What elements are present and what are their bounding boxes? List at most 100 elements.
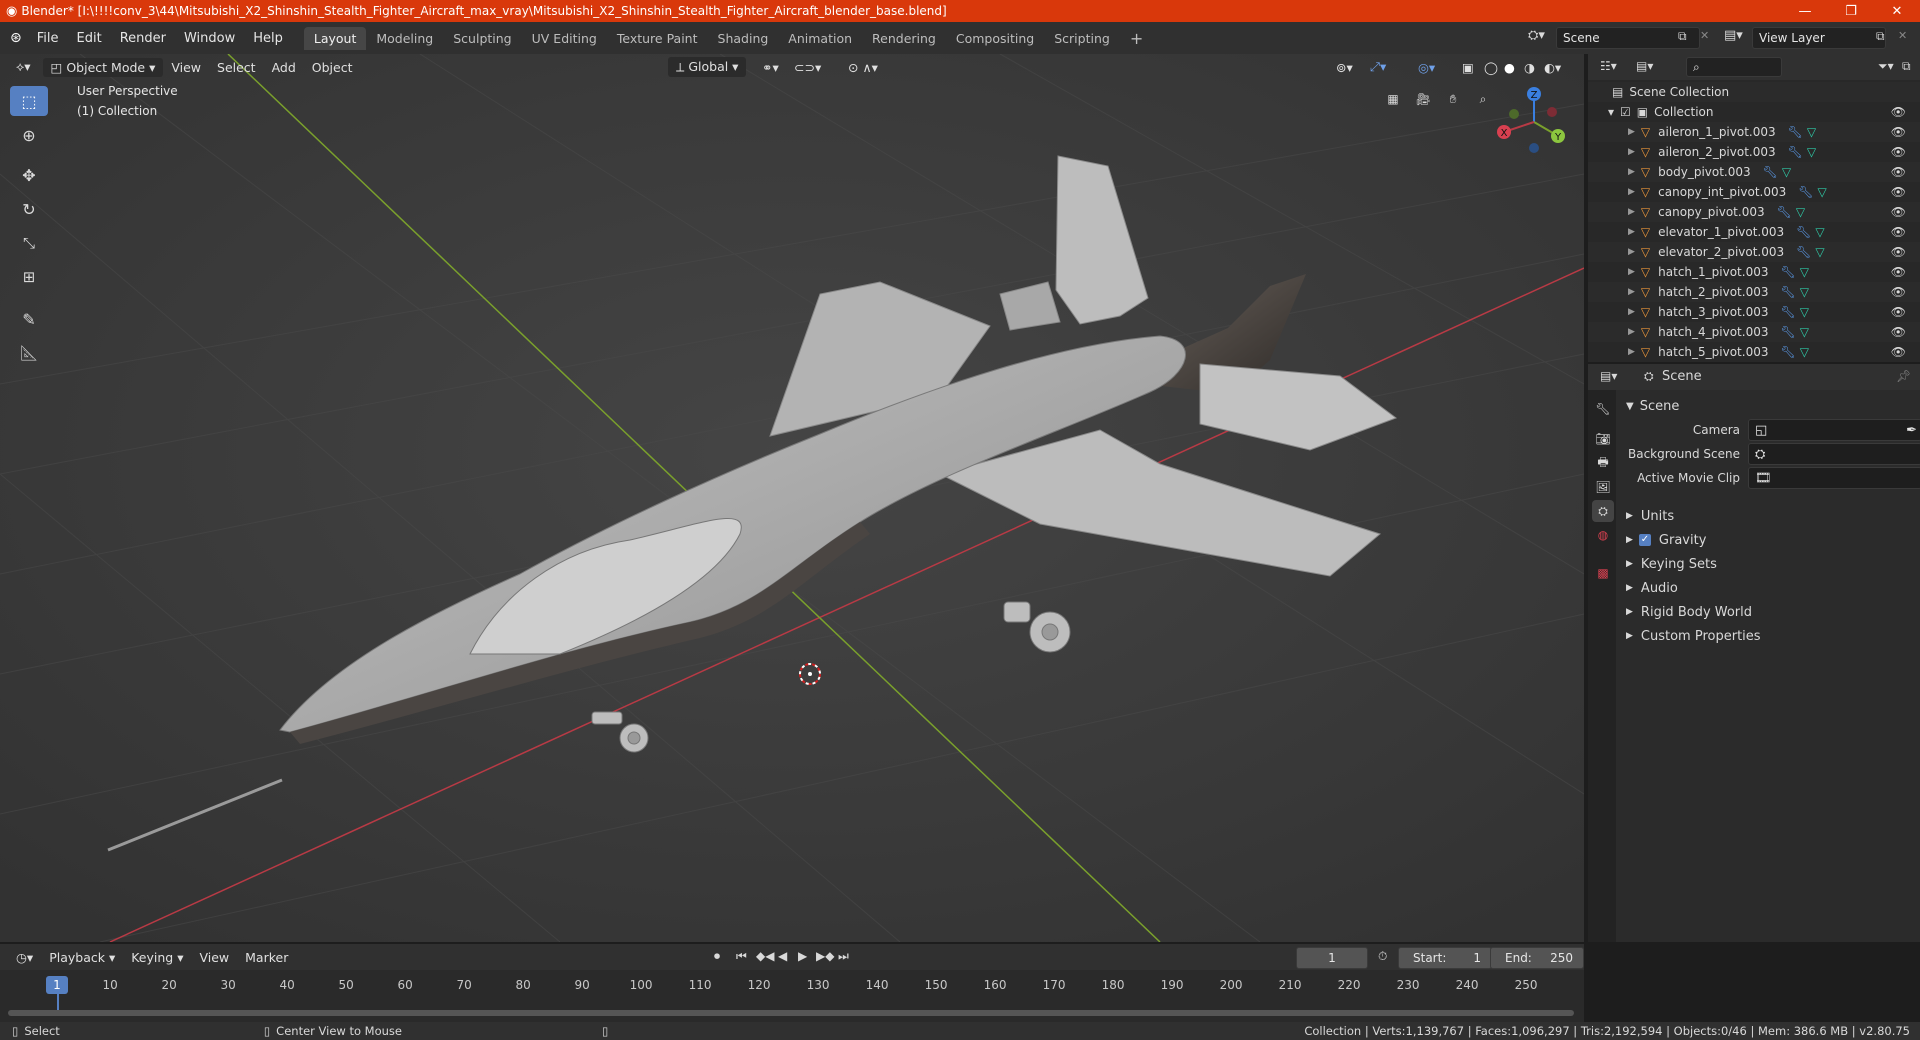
next-keyframe-button[interactable]: ▶◆ bbox=[816, 949, 834, 963]
mesh-data-icon[interactable]: ▽ bbox=[1817, 185, 1826, 199]
expand-collapse-icon[interactable]: ▾ bbox=[1608, 105, 1614, 119]
tool-cursor[interactable]: ⊕ bbox=[10, 120, 48, 150]
tab-scripting[interactable]: Scripting bbox=[1044, 27, 1120, 50]
modifier-wrench-icon[interactable]: 🔧︎ bbox=[1780, 285, 1795, 299]
outliner-row-object[interactable]: ▶ ▽ aileron_2_pivot.003 🔧︎ ▽ 👁︎ bbox=[1588, 142, 1920, 162]
mesh-data-icon[interactable]: ▽ bbox=[1815, 225, 1824, 239]
outliner-row-scene-collection[interactable]: ▤ Scene Collection bbox=[1588, 82, 1920, 102]
timeline-scrollbar[interactable] bbox=[8, 1010, 1574, 1016]
tab-world[interactable]: ◍ bbox=[1592, 524, 1614, 546]
modifier-wrench-icon[interactable]: 🔧︎ bbox=[1780, 265, 1795, 279]
mesh-data-icon[interactable]: ▽ bbox=[1800, 325, 1809, 339]
expand-arrow-icon[interactable]: ▶ bbox=[1628, 327, 1635, 337]
visibility-eye-icon[interactable]: 👁︎ bbox=[1891, 165, 1906, 179]
expand-arrow-icon[interactable]: ▶ bbox=[1628, 127, 1635, 137]
mesh-data-icon[interactable]: ▽ bbox=[1796, 205, 1805, 219]
gizmo-toggle-icon[interactable]: ⤢▾ bbox=[1362, 57, 1394, 77]
visibility-icon[interactable]: ⊚▾ bbox=[1328, 58, 1361, 77]
proportional-editing-icon[interactable]: ⊙ ∧▾ bbox=[840, 58, 886, 77]
modifier-wrench-icon[interactable]: 🔧︎ bbox=[1763, 165, 1778, 179]
visibility-eye-icon[interactable]: 👁︎ bbox=[1891, 265, 1906, 279]
preview-range-icon[interactable]: ⏱ bbox=[1378, 949, 1387, 964]
rigid-body-world-section[interactable]: ▶ Rigid Body World bbox=[1616, 600, 1920, 624]
close-button[interactable]: ✕ bbox=[1874, 0, 1920, 22]
modifier-wrench-icon[interactable]: 🔧︎ bbox=[1777, 205, 1792, 219]
navigation-gizmo[interactable]: Z Y X bbox=[1490, 82, 1570, 162]
3d-viewport[interactable]: ⟡▾ ◰ Object Mode ▾ View Select Add Objec… bbox=[0, 54, 1584, 942]
menu-edit[interactable]: Edit bbox=[68, 31, 111, 46]
expand-arrow-icon[interactable]: ▶ bbox=[1628, 167, 1635, 177]
prev-keyframe-button[interactable]: ◆◀ bbox=[756, 949, 774, 963]
timeline-menu-keying[interactable]: Keying ▾ bbox=[123, 948, 191, 967]
tab-tool[interactable]: 🔧︎ bbox=[1592, 398, 1614, 420]
pin-icon[interactable]: 📌︎ bbox=[1896, 369, 1911, 383]
tab-shading[interactable]: Shading bbox=[708, 27, 779, 50]
toggle-grid-view-button[interactable]: ▦ bbox=[1380, 86, 1406, 112]
viewport-scene[interactable] bbox=[0, 54, 1584, 942]
active-movie-clip-field[interactable]: 🎞︎ bbox=[1748, 467, 1920, 489]
background-scene-field[interactable]: ⛭ bbox=[1748, 443, 1920, 465]
delete-scene-icon[interactable]: ✕ bbox=[1700, 29, 1709, 42]
mesh-data-icon[interactable]: ▽ bbox=[1815, 245, 1824, 259]
expand-arrow-icon[interactable]: ▶ bbox=[1628, 227, 1635, 237]
view-layer-icon[interactable]: ▤▾ bbox=[1724, 28, 1743, 43]
tab-scene[interactable]: ⛭ bbox=[1592, 500, 1614, 522]
timeline-menu-playback[interactable]: Playback ▾ bbox=[41, 948, 123, 967]
visibility-eye-icon[interactable]: 👁︎ bbox=[1891, 145, 1906, 159]
view-layer-field[interactable]: View Layer bbox=[1752, 27, 1886, 49]
timeline-ruler[interactable]: 10 20 30 40 50 60 70 80 90 100 110 120 130 140 150 160 1… bbox=[0, 970, 1584, 1022]
audio-section[interactable]: ▶ Audio bbox=[1616, 576, 1920, 600]
modifier-wrench-icon[interactable]: 🔧︎ bbox=[1788, 145, 1803, 159]
delete-view-layer-icon[interactable]: ✕ bbox=[1898, 29, 1907, 42]
outliner-row-collection[interactable]: ▾ ☑ ▣ Collection 👁︎ bbox=[1588, 102, 1920, 122]
outliner-row-object[interactable]: ▶ ▽ hatch_1_pivot.003 🔧︎ ▽ 👁︎ bbox=[1588, 262, 1920, 282]
visibility-eye-icon[interactable]: 👁︎ bbox=[1891, 225, 1906, 239]
visibility-eye-icon[interactable]: 👁︎ bbox=[1891, 105, 1906, 119]
tab-layout[interactable]: Layout bbox=[303, 26, 367, 50]
tool-move[interactable]: ✥ bbox=[10, 160, 48, 190]
tab-texture[interactable]: ▩ bbox=[1592, 562, 1614, 584]
mesh-data-icon[interactable]: ▽ bbox=[1800, 265, 1809, 279]
expand-arrow-icon[interactable]: ▶ bbox=[1628, 207, 1635, 217]
pivot-point-icon[interactable]: ⚭▾ bbox=[754, 58, 787, 77]
units-section[interactable]: ▶ Units bbox=[1616, 504, 1920, 528]
add-workspace-button[interactable]: + bbox=[1120, 25, 1153, 52]
expand-arrow-icon[interactable]: ▶ bbox=[1628, 347, 1635, 357]
maximize-button[interactable]: ❐ bbox=[1828, 0, 1874, 22]
menu-file[interactable]: File bbox=[28, 31, 68, 46]
tab-view-layer[interactable]: 🖼︎ bbox=[1592, 476, 1614, 498]
playhead[interactable]: 1 bbox=[46, 976, 68, 994]
visibility-eye-icon[interactable]: 👁︎ bbox=[1891, 285, 1906, 299]
tab-uv-editing[interactable]: UV Editing bbox=[522, 27, 607, 50]
modifier-wrench-icon[interactable]: 🔧︎ bbox=[1780, 325, 1795, 339]
expand-arrow-icon[interactable]: ▶ bbox=[1628, 187, 1635, 197]
filter-icon[interactable]: ⏷▾ bbox=[1878, 59, 1894, 74]
camera-field[interactable]: ◱ ✒ bbox=[1748, 419, 1920, 441]
expand-arrow-icon[interactable]: ▶ bbox=[1628, 267, 1635, 277]
keying-sets-section[interactable]: ▶ Keying Sets bbox=[1616, 552, 1920, 576]
outliner-row-object[interactable]: ▶ ▽ canopy_int_pivot.003 🔧︎ ▽ 👁︎ bbox=[1588, 182, 1920, 202]
outliner-row-object[interactable]: ▶ ▽ hatch_3_pivot.003 🔧︎ ▽ 👁︎ bbox=[1588, 302, 1920, 322]
modifier-wrench-icon[interactable]: 🔧︎ bbox=[1798, 185, 1813, 199]
gravity-section[interactable]: ▶ ✓ Gravity bbox=[1616, 528, 1920, 552]
play-reverse-button[interactable]: ◀ bbox=[778, 949, 787, 963]
tab-texture-paint[interactable]: Texture Paint bbox=[607, 27, 708, 50]
visibility-eye-icon[interactable]: 👁︎ bbox=[1891, 325, 1906, 339]
expand-arrow-icon[interactable]: ▶ bbox=[1628, 147, 1635, 157]
snap-icon[interactable]: ⊂⊃▾ bbox=[786, 58, 829, 77]
tool-annotate[interactable]: ✎ bbox=[10, 304, 48, 334]
tool-transform[interactable]: ⊞ bbox=[10, 262, 48, 292]
mesh-data-icon[interactable]: ▽ bbox=[1800, 345, 1809, 359]
menu-render[interactable]: Render bbox=[111, 31, 175, 46]
timeline-menu-view[interactable]: View bbox=[191, 948, 237, 967]
viewport-menu-view[interactable]: View bbox=[163, 58, 209, 77]
visibility-eye-icon[interactable]: 👁︎ bbox=[1891, 125, 1906, 139]
mesh-data-icon[interactable]: ▽ bbox=[1807, 145, 1816, 159]
mesh-data-icon[interactable]: ▽ bbox=[1800, 285, 1809, 299]
tab-modeling[interactable]: Modeling bbox=[366, 27, 443, 50]
mode-dropdown[interactable]: ◰ Object Mode ▾ bbox=[42, 57, 164, 77]
outliner-row-object[interactable]: ▶ ▽ hatch_5_pivot.003 🔧︎ ▽ 👁︎ bbox=[1588, 342, 1920, 362]
tool-rotate[interactable]: ↻ bbox=[10, 194, 48, 224]
toggle-camera-view-button[interactable]: 🎥︎ bbox=[1410, 86, 1436, 112]
outliner-row-object[interactable]: ▶ ▽ hatch_4_pivot.003 🔧︎ ▽ 👁︎ bbox=[1588, 322, 1920, 342]
